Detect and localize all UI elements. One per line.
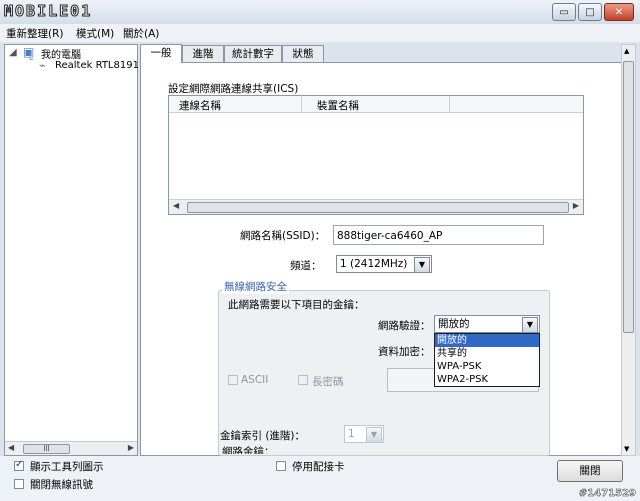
key-index-value: 1 bbox=[348, 428, 355, 440]
show-tray-label: 顯示工具列圖示 bbox=[30, 461, 104, 473]
channel-select[interactable]: 1 (2412MHz) ▼ bbox=[336, 255, 432, 273]
auth-value: 開放的 bbox=[438, 318, 470, 330]
channel-label: 頻道： bbox=[290, 260, 322, 272]
tree-horizontal-scrollbar[interactable]: ◀ ||| ▶ bbox=[5, 441, 137, 455]
auth-select[interactable]: 開放的 ▼ bbox=[434, 315, 540, 333]
auth-dropdown-list[interactable]: 開放的 共享的 WPA-PSK WPA2-PSK bbox=[434, 333, 540, 387]
auth-option[interactable]: 共享的 bbox=[435, 347, 539, 360]
network-key-label: 網路金鑰： bbox=[222, 446, 275, 454]
chevron-down-icon[interactable]: ▼ bbox=[366, 427, 382, 443]
disable-adapter-label: 停用配接卡 bbox=[292, 461, 345, 473]
ics-connection-list[interactable]: 連線名稱 裝置名稱 ◀ ▶ bbox=[168, 95, 584, 215]
chevron-down-icon[interactable]: ▼ bbox=[414, 257, 430, 273]
close-wireless-label: 關閉無線訊號 bbox=[30, 479, 93, 491]
watermark: #1471529 bbox=[578, 488, 637, 500]
ascii-label: ASCII bbox=[241, 374, 269, 386]
menu-mode[interactable]: 模式(M) bbox=[76, 26, 114, 41]
scroll-left-icon[interactable]: ◀ bbox=[8, 443, 14, 452]
key-index-select[interactable]: 1 ▼ bbox=[344, 425, 384, 443]
tree-root-label[interactable]: 我的電腦 bbox=[41, 46, 81, 61]
network-adapter-icon: ⌁ bbox=[39, 59, 46, 72]
ssid-label: 網路名稱(SSID)： bbox=[240, 230, 326, 242]
wireless-security-title: 無線網路安全 bbox=[222, 279, 289, 294]
auth-label: 網路驗證： bbox=[378, 320, 431, 332]
tab-status[interactable]: 狀態 bbox=[282, 45, 324, 62]
channel-value: 1 (2412MHz) bbox=[340, 258, 408, 270]
title-bar: MOBILE01 ▭ □ ✕ bbox=[0, 0, 640, 25]
tree-scroll-thumb[interactable]: ||| bbox=[23, 444, 70, 454]
ics-list-header: 連線名稱 裝置名稱 bbox=[169, 96, 583, 113]
disable-adapter-checkbox[interactable] bbox=[276, 461, 286, 471]
minimize-button[interactable]: ▭ bbox=[552, 3, 576, 21]
tab-statistics[interactable]: 統計數字 bbox=[224, 45, 282, 62]
ics-scroll-thumb[interactable] bbox=[187, 202, 569, 213]
chevron-down-icon[interactable]: ▼ bbox=[522, 317, 538, 333]
maximize-button[interactable]: □ bbox=[578, 3, 602, 21]
tree-connector: └ bbox=[27, 55, 34, 66]
tab-general[interactable]: 一般 bbox=[140, 44, 182, 63]
minimize-icon: ▭ bbox=[559, 6, 569, 18]
long-key-label: 長密碼 bbox=[312, 376, 344, 388]
close-button[interactable]: 關閉 bbox=[557, 460, 623, 482]
bottom-bar: 顯示工具列圖示 停用配接卡 關閉無線訊號 關閉 bbox=[0, 456, 640, 501]
auth-option[interactable]: WPA2-PSK bbox=[435, 373, 539, 386]
column-connection-name[interactable]: 連線名稱 bbox=[179, 98, 221, 113]
scroll-up-icon[interactable]: ▲ bbox=[624, 47, 629, 55]
auth-option[interactable]: 開放的 bbox=[435, 334, 539, 347]
menu-refresh[interactable]: 重新整理(R) bbox=[6, 26, 64, 41]
scroll-right-icon[interactable]: ▶ bbox=[128, 443, 134, 452]
column-separator bbox=[301, 96, 302, 112]
encryption-label: 資料加密： bbox=[378, 346, 431, 358]
auth-option[interactable]: WPA-PSK bbox=[435, 360, 539, 373]
show-tray-checkbox[interactable] bbox=[14, 459, 24, 471]
panel-scroll-thumb[interactable] bbox=[623, 61, 634, 333]
column-device-name[interactable]: 裝置名稱 bbox=[317, 98, 359, 113]
scroll-left-icon[interactable]: ◀ bbox=[173, 201, 179, 210]
close-icon: ✕ bbox=[614, 6, 624, 18]
menu-bar: 重新整理(R) 模式(M) 關於(A) bbox=[0, 24, 640, 42]
window-controls: ▭ □ ✕ bbox=[552, 3, 634, 21]
ssid-input[interactable]: 888tiger-ca6460_AP bbox=[333, 225, 544, 245]
mobile01-logo: MOBILE01 bbox=[3, 2, 93, 21]
scroll-down-icon[interactable]: ▼ bbox=[624, 445, 629, 453]
key-required-label: 此網路需要以下項目的金鑰： bbox=[228, 299, 365, 311]
menu-about[interactable]: 關於(A) bbox=[123, 26, 159, 41]
ics-title: 設定網際網路連線共享(ICS) bbox=[168, 83, 299, 95]
tab-advanced[interactable]: 進階 bbox=[182, 45, 224, 62]
ascii-checkbox[interactable] bbox=[228, 375, 238, 385]
maximize-icon: □ bbox=[585, 6, 595, 18]
close-window-button[interactable]: ✕ bbox=[604, 3, 634, 21]
key-index-label: 金鑰索引 (進階)： bbox=[220, 430, 306, 442]
scroll-right-icon[interactable]: ▶ bbox=[573, 201, 579, 210]
ics-horizontal-scrollbar[interactable]: ◀ ▶ bbox=[169, 199, 583, 214]
long-key-checkbox[interactable] bbox=[298, 375, 308, 385]
tree-expand-icon[interactable]: ◢ bbox=[9, 47, 17, 58]
tree-child-label[interactable]: Realtek RTL8191 bbox=[55, 60, 139, 71]
close-wireless-checkbox[interactable] bbox=[14, 479, 24, 489]
device-tree[interactable]: ◢ ▣ 我的電腦 └ ⌁ Realtek RTL8191 ◀ ||| ▶ bbox=[4, 44, 139, 456]
panel-vertical-scrollbar[interactable]: ▲ ▼ bbox=[621, 44, 636, 456]
column-separator bbox=[449, 96, 450, 112]
